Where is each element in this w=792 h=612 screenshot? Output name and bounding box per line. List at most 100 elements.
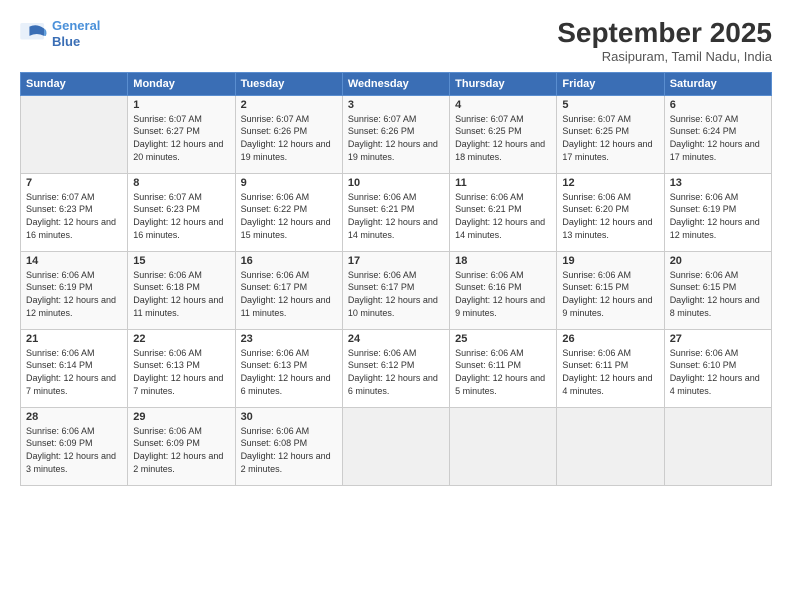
day-info: Sunrise: 6:06 AMSunset: 6:19 PMDaylight:… [670, 191, 766, 241]
day-number: 28 [26, 411, 122, 423]
day-number: 5 [562, 99, 658, 111]
day-info: Sunrise: 6:06 AMSunset: 6:18 PMDaylight:… [133, 269, 229, 319]
day-info: Sunrise: 6:06 AMSunset: 6:15 PMDaylight:… [670, 269, 766, 319]
day-cell [664, 407, 771, 485]
day-info: Sunrise: 6:06 AMSunset: 6:09 PMDaylight:… [26, 425, 122, 475]
day-info: Sunrise: 6:06 AMSunset: 6:10 PMDaylight:… [670, 347, 766, 397]
logo-line2: Blue [52, 34, 80, 49]
day-cell: 18 Sunrise: 6:06 AMSunset: 6:16 PMDayligh… [450, 251, 557, 329]
day-number: 10 [348, 177, 444, 189]
day-info: Sunrise: 6:06 AMSunset: 6:17 PMDaylight:… [348, 269, 444, 319]
week-row-0: 1 Sunrise: 6:07 AMSunset: 6:27 PMDaylight… [21, 95, 772, 173]
day-cell: 24Sunrise: 6:06 AMSunset: 6:12 PMDayligh… [342, 329, 449, 407]
month-title: September 2025 [557, 18, 772, 49]
day-cell [342, 407, 449, 485]
day-cell: 15 Sunrise: 6:06 AMSunset: 6:18 PMDayligh… [128, 251, 235, 329]
day-number: 26 [562, 333, 658, 345]
header-thursday: Thursday [450, 72, 557, 95]
header-monday: Monday [128, 72, 235, 95]
day-cell: 21 Sunrise: 6:06 AMSunset: 6:14 PMDayligh… [21, 329, 128, 407]
day-number: 14 [26, 255, 122, 267]
week-row-3: 21 Sunrise: 6:06 AMSunset: 6:14 PMDayligh… [21, 329, 772, 407]
logo: General Blue [20, 18, 100, 49]
day-number: 24 [348, 333, 444, 345]
day-cell: 25 Sunrise: 6:06 AMSunset: 6:11 PMDayligh… [450, 329, 557, 407]
day-number: 2 [241, 99, 337, 111]
day-cell: 2Sunrise: 6:07 AMSunset: 6:26 PMDaylight… [235, 95, 342, 173]
day-number: 23 [241, 333, 337, 345]
day-info: Sunrise: 6:06 AMSunset: 6:20 PMDaylight:… [562, 191, 658, 241]
day-cell: 14Sunrise: 6:06 AMSunset: 6:19 PMDayligh… [21, 251, 128, 329]
day-cell: 5Sunrise: 6:07 AMSunset: 6:25 PMDaylight… [557, 95, 664, 173]
day-cell: 11 Sunrise: 6:06 AMSunset: 6:21 PMDayligh… [450, 173, 557, 251]
day-number: 25 [455, 333, 551, 345]
day-number: 7 [26, 177, 122, 189]
day-cell: 19Sunrise: 6:06 AMSunset: 6:15 PMDayligh… [557, 251, 664, 329]
day-number: 22 [133, 333, 229, 345]
day-cell: 9 Sunrise: 6:06 AMSunset: 6:22 PMDaylight… [235, 173, 342, 251]
header-sunday: Sunday [21, 72, 128, 95]
day-number: 8 [133, 177, 229, 189]
day-info: Sunrise: 6:06 AMSunset: 6:14 PMDaylight:… [26, 347, 122, 397]
day-info: Sunrise: 6:06 AMSunset: 6:11 PMDaylight:… [562, 347, 658, 397]
week-row-2: 14Sunrise: 6:06 AMSunset: 6:19 PMDayligh… [21, 251, 772, 329]
day-number: 29 [133, 411, 229, 423]
day-cell: 26 Sunrise: 6:06 AMSunset: 6:11 PMDayligh… [557, 329, 664, 407]
day-info: Sunrise: 6:07 AMSunset: 6:25 PMDaylight:… [455, 113, 551, 163]
day-number: 21 [26, 333, 122, 345]
day-number: 11 [455, 177, 551, 189]
day-number: 4 [455, 99, 551, 111]
day-cell: 13 Sunrise: 6:06 AMSunset: 6:19 PMDayligh… [664, 173, 771, 251]
day-info: Sunrise: 6:07 AMSunset: 6:23 PMDaylight:… [133, 191, 229, 241]
day-cell [21, 95, 128, 173]
week-row-4: 28 Sunrise: 6:06 AMSunset: 6:09 PMDayligh… [21, 407, 772, 485]
day-info: Sunrise: 6:07 AMSunset: 6:26 PMDaylight:… [348, 113, 444, 163]
day-cell [450, 407, 557, 485]
day-info: Sunrise: 6:06 AMSunset: 6:21 PMDaylight:… [455, 191, 551, 241]
day-cell: 28 Sunrise: 6:06 AMSunset: 6:09 PMDayligh… [21, 407, 128, 485]
header-wednesday: Wednesday [342, 72, 449, 95]
day-cell: 7 Sunrise: 6:07 AMSunset: 6:23 PMDaylight… [21, 173, 128, 251]
day-info: Sunrise: 6:06 AMSunset: 6:09 PMDaylight:… [133, 425, 229, 475]
day-info: Sunrise: 6:07 AMSunset: 6:27 PMDaylight:… [133, 113, 229, 163]
week-row-1: 7 Sunrise: 6:07 AMSunset: 6:23 PMDaylight… [21, 173, 772, 251]
day-cell: 6 Sunrise: 6:07 AMSunset: 6:24 PMDaylight… [664, 95, 771, 173]
day-number: 16 [241, 255, 337, 267]
day-number: 15 [133, 255, 229, 267]
day-number: 3 [348, 99, 444, 111]
page: General Blue September 2025 Rasipuram, T… [0, 0, 792, 612]
day-number: 19 [562, 255, 658, 267]
logo-line1: General [52, 18, 100, 33]
day-info: Sunrise: 6:06 AMSunset: 6:22 PMDaylight:… [241, 191, 337, 241]
day-number: 17 [348, 255, 444, 267]
logo-text: General Blue [52, 18, 100, 49]
day-info: Sunrise: 6:06 AMSunset: 6:08 PMDaylight:… [241, 425, 337, 475]
day-number: 9 [241, 177, 337, 189]
day-number: 27 [670, 333, 766, 345]
day-number: 13 [670, 177, 766, 189]
day-cell: 30 Sunrise: 6:06 AMSunset: 6:08 PMDayligh… [235, 407, 342, 485]
day-number: 20 [670, 255, 766, 267]
day-cell: 12 Sunrise: 6:06 AMSunset: 6:20 PMDayligh… [557, 173, 664, 251]
day-cell: 4 Sunrise: 6:07 AMSunset: 6:25 PMDaylight… [450, 95, 557, 173]
day-cell: 8 Sunrise: 6:07 AMSunset: 6:23 PMDaylight… [128, 173, 235, 251]
day-cell: 27 Sunrise: 6:06 AMSunset: 6:10 PMDayligh… [664, 329, 771, 407]
calendar-table: Sunday Monday Tuesday Wednesday Thursday… [20, 72, 772, 486]
logo-icon [20, 23, 48, 45]
day-cell: 10Sunrise: 6:06 AMSunset: 6:21 PMDayligh… [342, 173, 449, 251]
day-cell [557, 407, 664, 485]
day-number: 1 [133, 99, 229, 111]
day-info: Sunrise: 6:07 AMSunset: 6:23 PMDaylight:… [26, 191, 122, 241]
day-info: Sunrise: 6:06 AMSunset: 6:16 PMDaylight:… [455, 269, 551, 319]
day-number: 6 [670, 99, 766, 111]
header: General Blue September 2025 Rasipuram, T… [20, 18, 772, 64]
day-info: Sunrise: 6:06 AMSunset: 6:11 PMDaylight:… [455, 347, 551, 397]
day-info: Sunrise: 6:06 AMSunset: 6:13 PMDaylight:… [133, 347, 229, 397]
day-info: Sunrise: 6:07 AMSunset: 6:24 PMDaylight:… [670, 113, 766, 163]
day-number: 18 [455, 255, 551, 267]
day-number: 30 [241, 411, 337, 423]
header-friday: Friday [557, 72, 664, 95]
day-cell: 22 Sunrise: 6:06 AMSunset: 6:13 PMDayligh… [128, 329, 235, 407]
day-number: 12 [562, 177, 658, 189]
header-row: Sunday Monday Tuesday Wednesday Thursday… [21, 72, 772, 95]
